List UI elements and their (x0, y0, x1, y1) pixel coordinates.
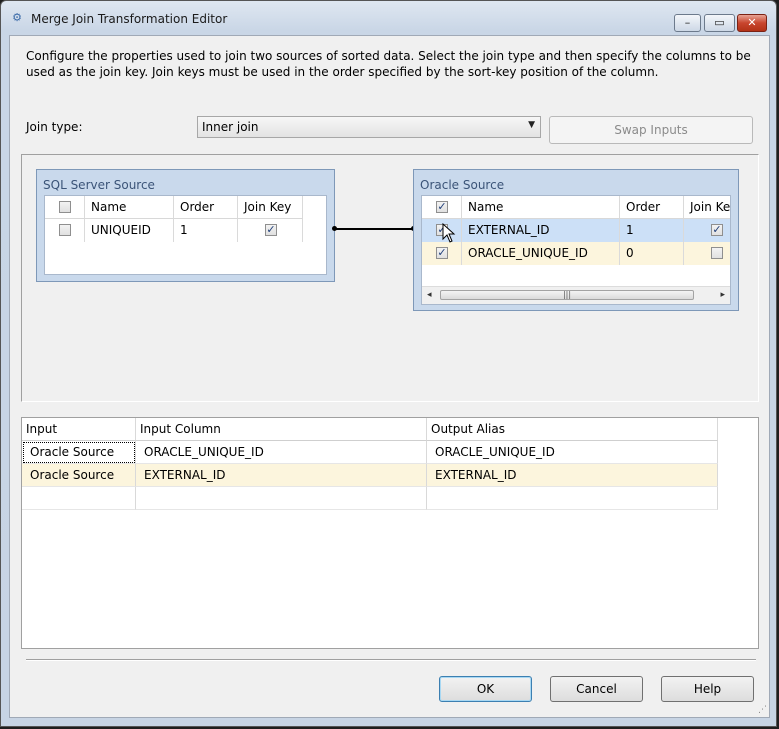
column-name: ORACLE_UNIQUE_ID (462, 242, 620, 265)
column-order: 1 (174, 219, 238, 242)
output-columns-grid: Input Input Column Output Alias Oracle S… (21, 417, 759, 649)
swap-inputs-button[interactable]: Swap Inputs (549, 116, 753, 144)
help-button[interactable]: Help (661, 676, 754, 702)
select-all-cell (45, 196, 85, 219)
grid-header-input[interactable]: Input (22, 418, 136, 441)
maximize-button[interactable]: ▭ (704, 14, 735, 32)
column-header-join-key[interactable]: Join Key (684, 196, 730, 219)
horizontal-scrollbar[interactable]: ◂ ||| ▸ (422, 286, 730, 304)
input-cell[interactable] (22, 487, 136, 510)
chevron-down-icon: ▼ (528, 120, 535, 130)
mouse-pointer-icon (442, 223, 456, 243)
column-header-order[interactable]: Order (620, 196, 684, 219)
column-name: UNIQUEID (85, 219, 174, 242)
join-key-cell (238, 219, 303, 242)
cancel-button[interactable]: Cancel (550, 676, 643, 702)
oracle-source-box[interactable]: Oracle Source Name Order Join Key EXTERN… (413, 169, 739, 311)
table-row[interactable]: Oracle Source EXTERNAL_ID EXTERNAL_ID (22, 464, 718, 487)
column-header-name[interactable]: Name (85, 196, 174, 219)
output-alias-cell[interactable] (427, 487, 718, 510)
select-all-checkbox[interactable] (436, 201, 448, 213)
arrow-right-icon[interactable]: ▸ (720, 290, 725, 300)
arrow-left-icon[interactable]: ◂ (427, 290, 432, 300)
grid-header-row: Input Input Column Output Alias (22, 418, 718, 441)
minimize-button[interactable]: – (674, 14, 701, 32)
join-key-cell (684, 242, 730, 265)
join-type-value: Inner join (202, 120, 259, 134)
dialog-client-area: Configure the properties used to join tw… (9, 35, 770, 718)
resize-grip-icon[interactable]: ⋰ (758, 705, 767, 715)
close-icon: ✕ (747, 16, 757, 29)
scrollbar-thumb[interactable]: ||| (440, 290, 694, 300)
join-connector-line (335, 228, 414, 230)
input-cell[interactable]: Oracle Source (22, 464, 136, 487)
source-column-table: Name Order Join Key UNIQUEID 1 (44, 195, 327, 275)
input-column-cell[interactable]: EXTERNAL_ID (136, 464, 427, 487)
grid-header-input-column[interactable]: Input Column (136, 418, 427, 441)
select-all-checkbox[interactable] (59, 201, 71, 213)
table-row-empty[interactable] (22, 487, 718, 510)
table-header-row: Name Order Join Key (45, 196, 326, 219)
dialog-window: ⚙ Merge Join Transformation Editor – ▭ ✕… (0, 0, 777, 727)
join-key-checkbox[interactable] (711, 247, 723, 259)
row-select-checkbox[interactable] (59, 224, 71, 236)
sql-server-source-box[interactable]: SQL Server Source Name Order Join Key UN… (36, 169, 335, 282)
column-header-name[interactable]: Name (462, 196, 620, 219)
table-row[interactable]: UNIQUEID 1 (45, 219, 326, 242)
column-order: 1 (620, 219, 684, 242)
source-title: SQL Server Source (43, 178, 155, 192)
close-button[interactable]: ✕ (737, 14, 767, 32)
join-designer-canvas: SQL Server Source Name Order Join Key UN… (21, 154, 759, 402)
table-row[interactable]: EXTERNAL_ID 1 (422, 219, 730, 242)
title-bar[interactable]: ⚙ Merge Join Transformation Editor – ▭ ✕ (1, 1, 776, 35)
join-key-cell (684, 219, 730, 242)
table-row[interactable]: ORACLE_UNIQUE_ID 0 (422, 242, 730, 265)
window-title: Merge Join Transformation Editor (31, 12, 228, 26)
input-column-cell[interactable] (136, 487, 427, 510)
join-key-checkbox[interactable] (265, 224, 277, 236)
column-order: 0 (620, 242, 684, 265)
column-header-join-key[interactable]: Join Key (238, 196, 303, 219)
row-select-cell (422, 242, 462, 265)
table-row[interactable]: Oracle Source ORACLE_UNIQUE_ID ORACLE_UN… (22, 441, 718, 464)
connector-start-dot (332, 226, 337, 231)
source-column-table: Name Order Join Key EXTERNAL_ID 1 ORACLE… (421, 195, 731, 305)
input-column-cell[interactable]: ORACLE_UNIQUE_ID (136, 441, 427, 464)
join-key-checkbox[interactable] (711, 224, 723, 236)
input-cell[interactable]: Oracle Source (22, 441, 136, 464)
minimize-icon: – (684, 16, 691, 29)
grid-header-output-alias[interactable]: Output Alias (427, 418, 718, 441)
maximize-icon: ▭ (714, 16, 725, 29)
row-select-checkbox[interactable] (436, 247, 448, 259)
row-select-cell (45, 219, 85, 242)
column-name: EXTERNAL_ID (462, 219, 620, 242)
join-type-dropdown[interactable]: Inner join ▼ (197, 116, 541, 138)
app-icon: ⚙ (12, 11, 22, 24)
join-type-label: Join type: (26, 120, 83, 134)
table-header-row: Name Order Join Key (422, 196, 730, 219)
ok-button[interactable]: OK (439, 676, 532, 702)
source-title: Oracle Source (420, 178, 505, 192)
output-alias-cell[interactable]: ORACLE_UNIQUE_ID (427, 441, 718, 464)
description-text: Configure the properties used to join tw… (26, 49, 751, 79)
column-header-order[interactable]: Order (174, 196, 238, 219)
output-alias-cell[interactable]: EXTERNAL_ID (427, 464, 718, 487)
select-all-cell (422, 196, 462, 219)
button-separator (26, 659, 756, 661)
